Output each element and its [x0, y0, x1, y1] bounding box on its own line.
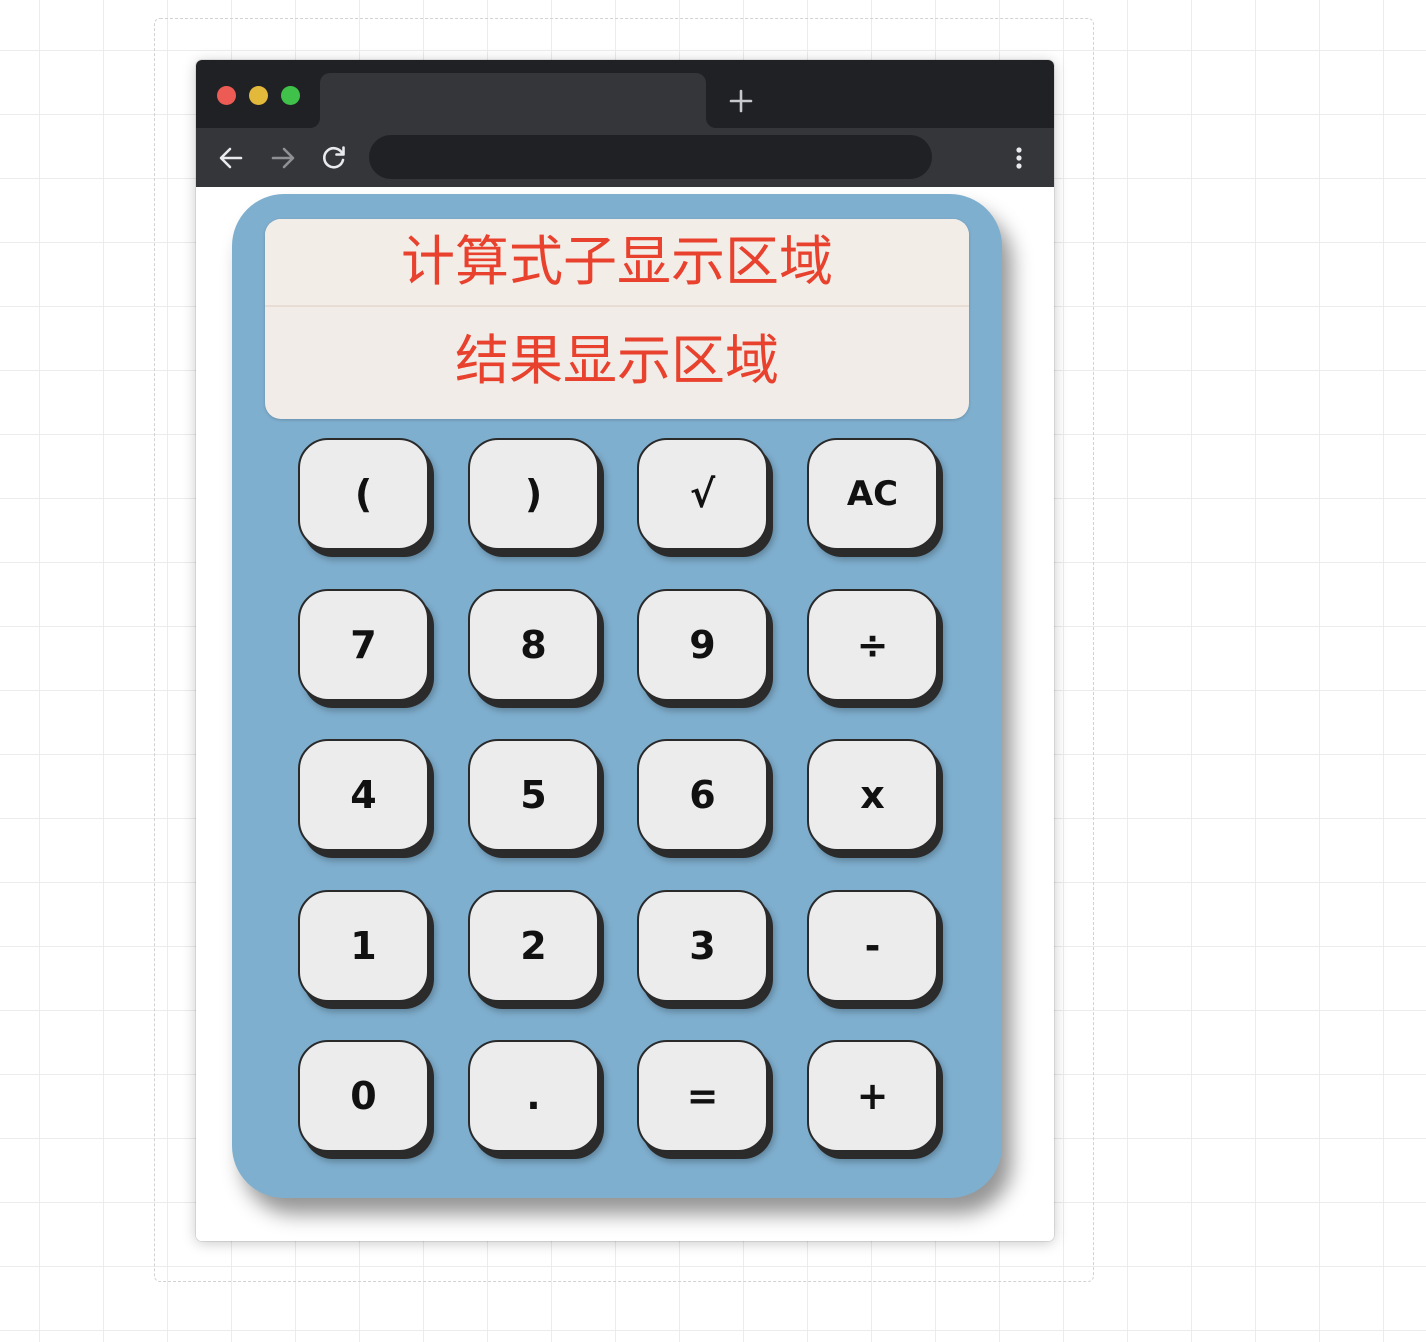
digit-0-key[interactable]: 0 — [298, 1040, 429, 1152]
digit-7-key[interactable]: 7 — [298, 589, 429, 701]
minimize-window-button[interactable] — [249, 86, 268, 105]
page-viewport: 计算式子显示区域 结果显示区域 () √ AC 7 8 9 ÷ 4 5 6 x 1 2 3- 0. = + — [196, 187, 1054, 1241]
digit-1-key[interactable]: 1 — [298, 890, 429, 1002]
calculator: 计算式子显示区域 结果显示区域 () √ AC 7 8 9 ÷ 4 5 6 x 1 2 3- 0. = + — [232, 194, 1002, 1198]
browser-window: 计算式子显示区域 结果显示区域 () √ AC 7 8 9 ÷ 4 5 6 x 1 2 3- 0. = + — [196, 60, 1054, 1241]
digit-4-key[interactable]: 4 — [298, 739, 429, 851]
digit-9-key[interactable]: 9 — [637, 589, 768, 701]
digit-6-key[interactable]: 6 — [637, 739, 768, 851]
minus-key[interactable]: - — [807, 890, 938, 1002]
digit-5-key[interactable]: 5 — [468, 739, 599, 851]
sqrt-key[interactable]: √ — [637, 438, 768, 550]
more-options-icon[interactable] — [1004, 143, 1034, 173]
calculator-display: 计算式子显示区域 结果显示区域 — [265, 219, 969, 419]
equals-key[interactable]: = — [637, 1040, 768, 1152]
expression-display: 计算式子显示区域 — [265, 219, 969, 305]
digit-3-key[interactable]: 3 — [637, 890, 768, 1002]
new-tab-icon[interactable] — [726, 86, 756, 116]
forward-arrow-icon[interactable] — [268, 143, 298, 173]
digit-2-key[interactable]: 2 — [468, 890, 599, 1002]
digit-8-key[interactable]: 8 — [468, 589, 599, 701]
open-paren-key[interactable]: ( — [298, 438, 429, 550]
active-tab[interactable] — [320, 73, 706, 128]
result-display: 结果显示区域 — [455, 329, 779, 392]
address-bar[interactable] — [369, 135, 932, 179]
multiply-key[interactable]: x — [807, 739, 938, 851]
tab-bar — [196, 60, 1054, 128]
reload-icon[interactable] — [319, 143, 349, 173]
browser-toolbar — [196, 128, 1054, 187]
divide-key[interactable]: ÷ — [807, 589, 938, 701]
plus-key[interactable]: + — [807, 1040, 938, 1152]
decimal-point-key[interactable]: . — [468, 1040, 599, 1152]
back-arrow-icon[interactable] — [216, 143, 246, 173]
maximize-window-button[interactable] — [281, 86, 300, 105]
clear-key[interactable]: AC — [807, 438, 938, 550]
close-window-button[interactable] — [217, 86, 236, 105]
close-paren-key[interactable]: ) — [468, 438, 599, 550]
